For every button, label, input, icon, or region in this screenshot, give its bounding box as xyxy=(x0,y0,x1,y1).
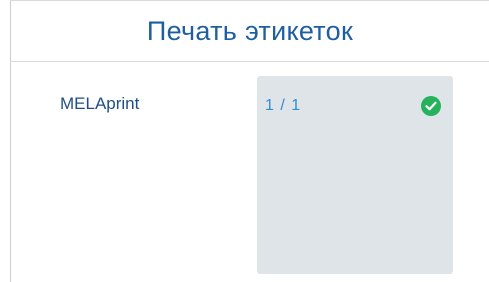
label-printing-screen: Печать этикеток MELAprint 1 / 1 xyxy=(0,0,489,282)
check-circle-icon xyxy=(421,96,441,116)
print-status-card[interactable]: 1 / 1 xyxy=(257,76,453,274)
print-count: 1 / 1 xyxy=(265,97,302,114)
header: Печать этикеток xyxy=(11,1,489,61)
header-divider xyxy=(10,61,489,62)
printer-name-label: MELAprint xyxy=(60,94,140,113)
checkmark-icon xyxy=(425,101,437,111)
page-title: Печать этикеток xyxy=(146,15,354,46)
